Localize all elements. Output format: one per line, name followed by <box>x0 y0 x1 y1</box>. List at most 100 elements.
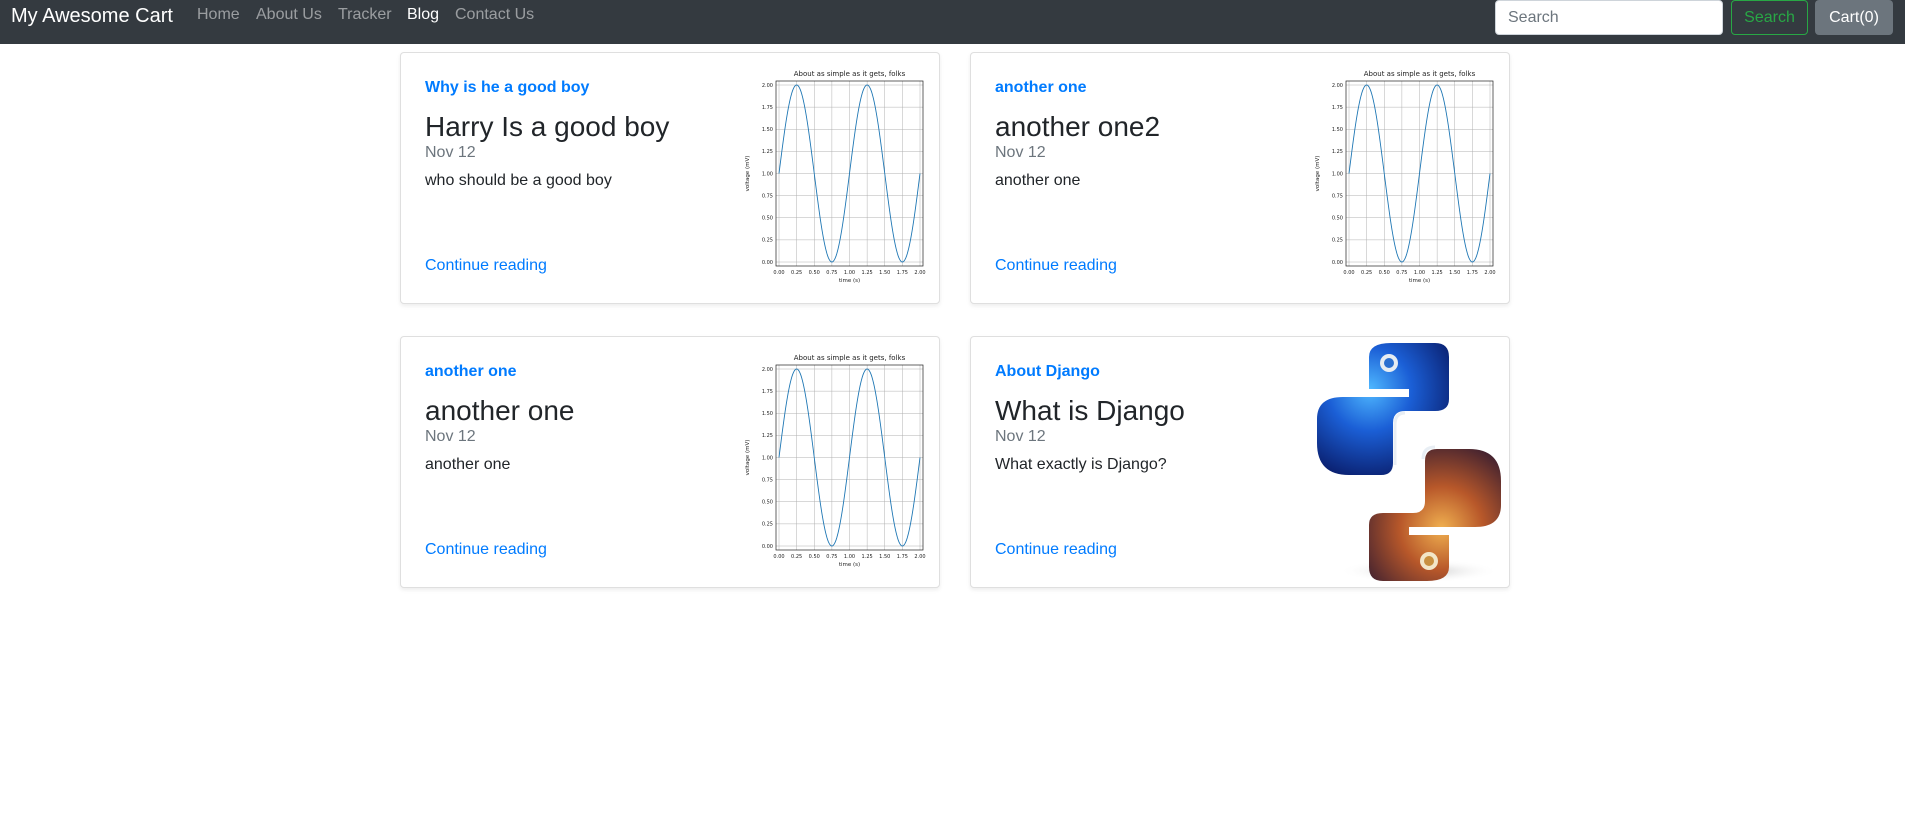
x-tick-label: 1.25 <box>862 270 873 276</box>
x-tick-label: 1.00 <box>844 270 855 276</box>
x-tick-label: 1.25 <box>1432 270 1443 276</box>
x-tick-label: 0.75 <box>826 270 837 276</box>
post-thumbnail-sine-plot: 0.00 0.25 0.50 0.75 1.00 1.25 1.50 1.75 2.00 0.00… <box>1311 59 1506 299</box>
x-tick-label: 1.00 <box>1414 270 1425 276</box>
x-tick-label: 1.50 <box>1449 270 1460 276</box>
y-tick-label: 0.25 <box>762 238 773 244</box>
y-axis-label: voltage (mV) <box>745 156 751 192</box>
search-button[interactable]: Search <box>1731 0 1808 35</box>
post-title: another one2 <box>995 111 1161 142</box>
y-tick-label: 2.00 <box>762 367 773 373</box>
x-axis-label: time (s) <box>839 278 860 284</box>
post-date: Nov 12 <box>995 428 1046 445</box>
x-axis-label: time (s) <box>839 562 860 568</box>
y-axis-label: voltage (mV) <box>745 440 751 476</box>
post-category: About Django <box>995 363 1100 380</box>
x-tick-label: 2.00 <box>914 270 925 276</box>
x-tick-label: 0.50 <box>809 554 820 560</box>
x-tick-label: 2.00 <box>1484 270 1495 276</box>
continue-reading-link[interactable]: Continue reading <box>995 541 1117 559</box>
blog-card: another one another one2 Nov 12 another … <box>970 52 1510 304</box>
y-tick-label: 0.50 <box>1332 216 1343 222</box>
plot-title: About as simple as it gets, folks <box>794 354 906 362</box>
python-logo-image <box>1317 343 1501 583</box>
brand-link[interactable]: My Awesome Cart <box>11 4 173 28</box>
x-tick-label: 1.00 <box>844 554 855 560</box>
y-tick-label: 0.25 <box>762 522 773 528</box>
y-tick-label: 1.75 <box>762 105 773 111</box>
x-tick-label: 0.50 <box>809 270 820 276</box>
x-tick-label: 1.75 <box>897 554 908 560</box>
search-input[interactable] <box>1495 0 1723 35</box>
y-tick-label: 0.75 <box>762 477 773 483</box>
continue-reading-link[interactable]: Continue reading <box>995 257 1117 275</box>
x-tick-label: 1.75 <box>1467 270 1478 276</box>
post-category: another one <box>425 363 517 380</box>
x-tick-label: 1.50 <box>879 270 890 276</box>
x-tick-label: 2.00 <box>914 554 925 560</box>
post-excerpt: who should be a good boy <box>425 172 612 189</box>
x-tick-label: 1.25 <box>862 554 873 560</box>
nav-about-us[interactable]: About Us <box>256 5 322 25</box>
x-tick-label: 1.75 <box>897 270 908 276</box>
post-title: What is Django <box>995 395 1185 426</box>
post-date: Nov 12 <box>425 428 476 445</box>
post-date: Nov 12 <box>425 144 476 161</box>
continue-reading-link[interactable]: Continue reading <box>425 541 547 559</box>
post-title: another one <box>425 395 575 426</box>
x-tick-label: 0.75 <box>826 554 837 560</box>
y-tick-label: 0.00 <box>762 260 773 266</box>
y-axis-label: voltage (mV) <box>1315 156 1321 192</box>
y-tick-label: 1.50 <box>762 127 773 133</box>
y-tick-label: 0.00 <box>762 544 773 550</box>
x-tick-label: 0.25 <box>791 270 802 276</box>
plot-title: About as simple as it gets, folks <box>1364 70 1476 78</box>
x-tick-label: 0.75 <box>1396 270 1407 276</box>
y-tick-label: 1.00 <box>762 171 773 177</box>
plot-title: About as simple as it gets, folks <box>794 70 906 78</box>
y-tick-label: 2.00 <box>762 83 773 89</box>
post-date: Nov 12 <box>995 144 1046 161</box>
x-tick-label: 0.00 <box>773 270 784 276</box>
post-thumbnail-sine-plot: 0.00 0.25 0.50 0.75 1.00 1.25 1.50 1.75 2.00 0.00… <box>741 343 936 583</box>
blog-card: About Django What is Django Nov 12 What … <box>970 336 1510 588</box>
y-tick-label: 0.50 <box>762 216 773 222</box>
nav-home[interactable]: Home <box>197 5 240 25</box>
x-tick-label: 0.25 <box>1361 270 1372 276</box>
continue-reading-link[interactable]: Continue reading <box>425 257 547 275</box>
x-tick-label: 1.50 <box>879 554 890 560</box>
cart-button[interactable]: Cart(0) <box>1815 0 1893 35</box>
post-excerpt: another one <box>995 172 1081 189</box>
y-tick-label: 1.00 <box>1332 171 1343 177</box>
post-excerpt: another one <box>425 456 511 473</box>
y-tick-label: 1.25 <box>762 433 773 439</box>
y-tick-label: 0.75 <box>1332 193 1343 199</box>
y-tick-label: 1.25 <box>762 149 773 155</box>
nav-tracker[interactable]: Tracker <box>338 5 392 25</box>
x-tick-label: 0.00 <box>773 554 784 560</box>
nav-blog[interactable]: Blog <box>407 5 439 25</box>
y-tick-label: 1.50 <box>762 411 773 417</box>
x-tick-label: 0.00 <box>1343 270 1354 276</box>
y-tick-label: 2.00 <box>1332 83 1343 89</box>
y-tick-label: 0.25 <box>1332 238 1343 244</box>
x-tick-label: 0.50 <box>1379 270 1390 276</box>
post-excerpt: What exactly is Django? <box>995 456 1167 473</box>
y-tick-label: 1.00 <box>762 455 773 461</box>
y-tick-label: 0.75 <box>762 193 773 199</box>
navbar: My Awesome Cart Home About Us Tracker Bl… <box>0 0 1905 44</box>
x-axis-label: time (s) <box>1409 278 1430 284</box>
post-title: Harry Is a good boy <box>425 111 670 142</box>
post-category: Why is he a good boy <box>425 79 590 96</box>
x-tick-label: 0.25 <box>791 554 802 560</box>
y-tick-label: 0.00 <box>1332 260 1343 266</box>
post-thumbnail-sine-plot: 0.00 0.25 0.50 0.75 1.00 1.25 1.50 1.75 2.00 0.00… <box>741 59 936 299</box>
y-tick-label: 1.50 <box>1332 127 1343 133</box>
y-tick-label: 1.25 <box>1332 149 1343 155</box>
y-tick-label: 1.75 <box>1332 105 1343 111</box>
y-tick-label: 0.50 <box>762 500 773 506</box>
blog-card: Why is he a good boy Harry Is a good boy… <box>400 52 940 304</box>
blog-card: another one another one Nov 12 another o… <box>400 336 940 588</box>
post-category: another one <box>995 79 1087 96</box>
nav-contact-us[interactable]: Contact Us <box>455 5 534 25</box>
